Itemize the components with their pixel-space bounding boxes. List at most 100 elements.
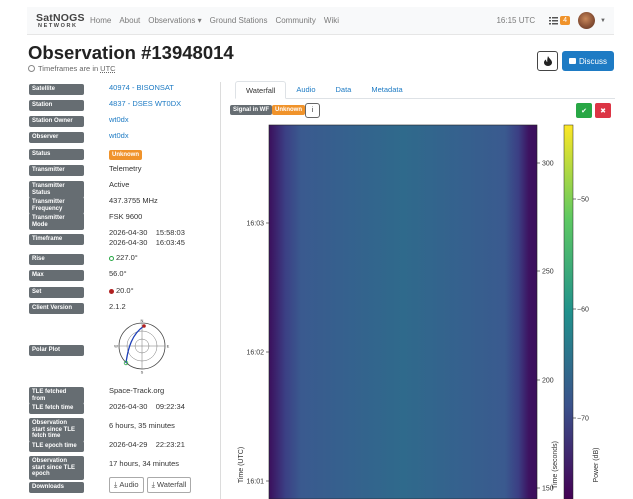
waterfall-image [269, 125, 537, 499]
timeframe-start: 2026-04-30 15:58:03 [109, 228, 185, 237]
waterfall-status-badge[interactable]: Unknown [272, 105, 305, 115]
tle-epoch-time-value: 2026-04-29 22:23:21 [109, 440, 185, 449]
nav-ground-stations[interactable]: Ground Stations [210, 16, 268, 25]
polar-e: E [167, 344, 170, 349]
transmitter-status-value: Active [109, 180, 130, 189]
observer-link[interactable]: wt0dx [109, 131, 129, 141]
comment-icon [568, 58, 576, 64]
subtitle-text: Timeframes are in [38, 64, 99, 73]
page-subtitle: Timeframes are in UTC [28, 64, 116, 73]
download-audio-button[interactable]: ⤓ Audio [109, 477, 144, 493]
left-tick-label: 16:02 [246, 350, 264, 357]
rise-value: 227.0° [116, 253, 138, 262]
station-owner-link[interactable]: wt0dx [109, 115, 129, 125]
row-rise: Rise 227.0° [29, 253, 138, 265]
download-waterfall-button[interactable]: ⤓ Waterfall [146, 477, 192, 493]
rise-wrap: 227.0° [109, 253, 138, 263]
nav-observations[interactable]: Observations ▾ [148, 16, 201, 25]
colorbar-tick-label: −70 [577, 416, 589, 423]
waterfall-chart: 16:0316:0216:01 300250200150 Time (UTC) … [238, 124, 600, 499]
label-station-owner: Station Owner [29, 116, 84, 127]
nav-links: Home About Observations ▾ Ground Station… [90, 16, 347, 25]
check-icon: ✔ [581, 107, 587, 115]
station-link[interactable]: 4837 - DSES WT0DX [109, 99, 181, 109]
row-transmitter: Transmitter Telemetry [29, 164, 142, 176]
row-polar-plot: Polar Plot [29, 345, 84, 356]
label-observer: Observer [29, 132, 84, 143]
info-button[interactable]: i [305, 103, 320, 118]
colorbar-ticks: −50 −60 −70 [573, 197, 589, 423]
row-satellite: Satellite 40974 - BISONSAT [29, 83, 174, 95]
vetting-bad-button[interactable]: ✖ [595, 103, 611, 118]
obs-start-since-epoch-value: 17 hours, 34 minutes [109, 459, 180, 468]
row-transmitter-mode: Transmitter Mode FSK 9600 [29, 212, 142, 230]
notification-badge[interactable]: 4 [560, 16, 571, 25]
satellite-link[interactable]: 40974 - BISONSAT [109, 83, 174, 93]
colorbar [563, 124, 574, 499]
row-tle-epoch-time: TLE epoch time 2026-04-29 22:23:21 [29, 440, 185, 452]
nav-wiki[interactable]: Wiki [324, 16, 339, 25]
right-tick-label: 250 [542, 269, 554, 276]
top-navbar: SatNOGS NETWORK Home About Observations … [27, 7, 614, 35]
download-audio-label: Audio [119, 480, 139, 489]
utc-time: 16:15 UTC [496, 16, 536, 25]
label-client-version: Client Version [29, 303, 84, 314]
avatar[interactable] [578, 12, 596, 29]
label-downloads: Downloads [29, 482, 84, 493]
transmitter-mode-value: FSK 9600 [109, 212, 143, 221]
nav-community[interactable]: Community [275, 16, 315, 25]
transmitter-frequency-value: 437.3755 MHz [109, 196, 158, 205]
row-observer: Observer wt0dx [29, 131, 129, 143]
right-tick-label: 200 [542, 378, 554, 385]
label-obs-start-since-epoch: Observation start since TLE epoch [29, 456, 84, 480]
set-value: 20.0° [116, 286, 134, 295]
label-tle-fetch-time: TLE fetch time [29, 403, 84, 414]
discuss-button[interactable]: Discuss [562, 51, 614, 71]
signal-in-wf-badge[interactable]: Signal in WF [230, 105, 272, 115]
nav-right: 16:15 UTC 4 ▼ [496, 12, 614, 29]
left-tick-label: 16:03 [246, 221, 264, 228]
chevron-down-icon[interactable]: ▼ [600, 18, 606, 24]
list-icon[interactable] [549, 16, 559, 25]
info-icon: i [311, 107, 314, 114]
row-station-owner: Station Owner wt0dx [29, 115, 129, 127]
close-icon: ✖ [600, 107, 606, 115]
label-max: Max [29, 270, 84, 281]
polar-plot: N E S W [114, 318, 170, 375]
set-dot-icon [109, 288, 114, 294]
tab-audio[interactable]: Audio [286, 81, 325, 99]
row-downloads: Downloads ⤓ Audio ⤓ Waterfall [29, 477, 192, 493]
label-transmitter-mode: Transmitter Mode [29, 213, 84, 230]
label-tle-epoch-time: TLE epoch time [29, 441, 84, 452]
left-ticks: 16:03 16:02 16:01 [246, 221, 269, 486]
nav-home[interactable]: Home [90, 16, 111, 25]
row-obs-start-since-fetch: Observation start since TLE fetch time 6… [29, 418, 175, 442]
label-transmitter-status: Transmitter Status [29, 181, 84, 198]
vetting-good-button[interactable]: ✔ [576, 103, 592, 118]
clock-icon [28, 65, 35, 72]
tab-waterfall[interactable]: Waterfall [235, 81, 287, 99]
tab-metadata[interactable]: Metadata [361, 81, 412, 99]
polar-w: W [114, 344, 118, 349]
column-divider [220, 82, 221, 499]
label-station: Station [29, 100, 84, 111]
row-status: Status Unknown [29, 149, 142, 160]
downloads-group: ⤓ Audio ⤓ Waterfall [109, 477, 194, 493]
max-value: 56.0° [109, 269, 127, 278]
satnogs-logo[interactable]: SatNOGS NETWORK [36, 11, 84, 31]
observation-tabs: Waterfall Audio Data Metadata [235, 81, 615, 99]
polar-s: S [141, 370, 144, 375]
colorbar-label: Power (dB) [593, 447, 600, 482]
nav-about[interactable]: About [119, 16, 140, 25]
right-axis-label: Time (seconds) [552, 441, 559, 489]
fire-button[interactable] [537, 51, 558, 71]
row-transmitter-frequency: Transmitter Frequency 437.3755 MHz [29, 196, 158, 214]
logo-text-bottom: NETWORK [38, 22, 78, 29]
tle-fetch-time-value: 2026-04-30 09:22:34 [109, 402, 185, 411]
colorbar-tick-label: −50 [577, 197, 589, 204]
label-transmitter: Transmitter [29, 165, 84, 176]
row-station: Station 4837 - DSES WT0DX [29, 99, 181, 111]
tab-data[interactable]: Data [326, 81, 362, 99]
download-waterfall-label: Waterfall [157, 480, 187, 489]
timeframe-end: 2026-04-30 16:03:45 [109, 238, 185, 247]
